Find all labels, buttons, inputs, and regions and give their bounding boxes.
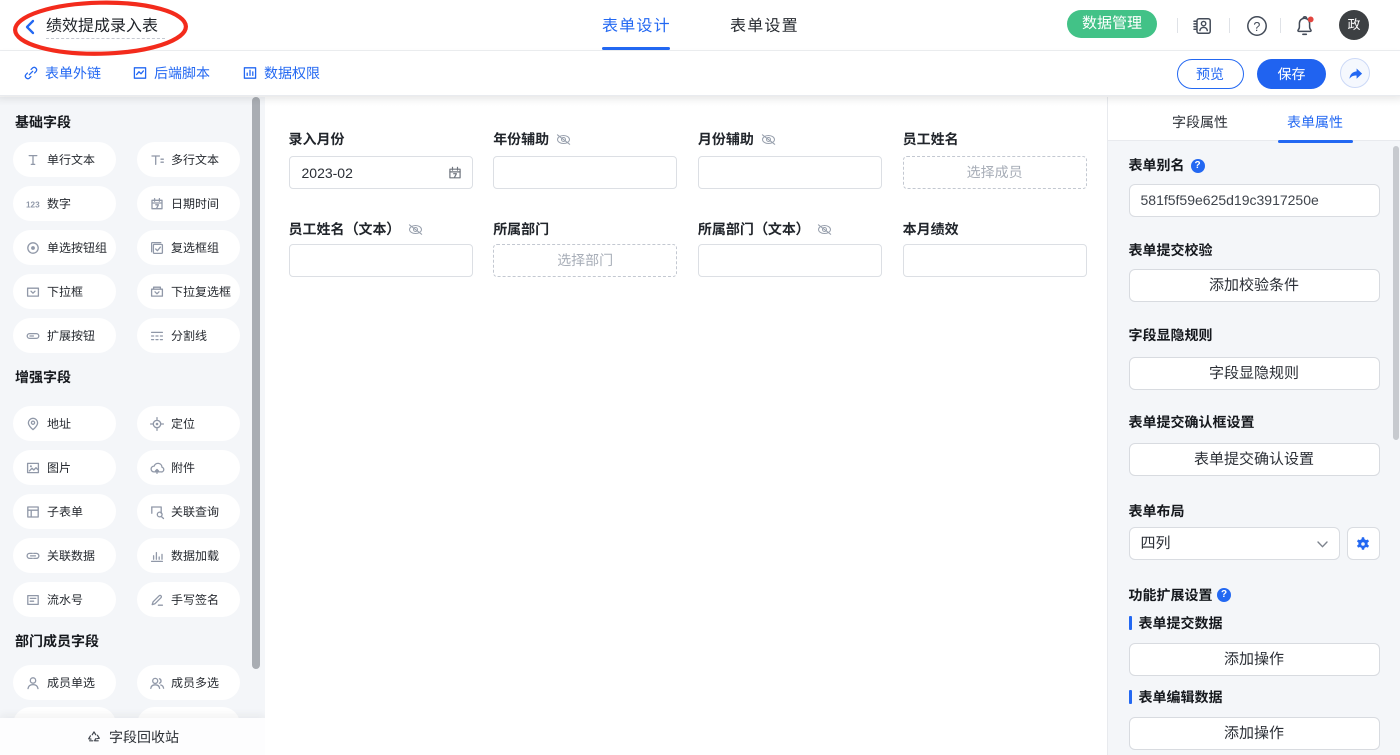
svg-text:?: ? bbox=[1253, 20, 1260, 34]
svg-text:123: 123 bbox=[26, 200, 40, 209]
